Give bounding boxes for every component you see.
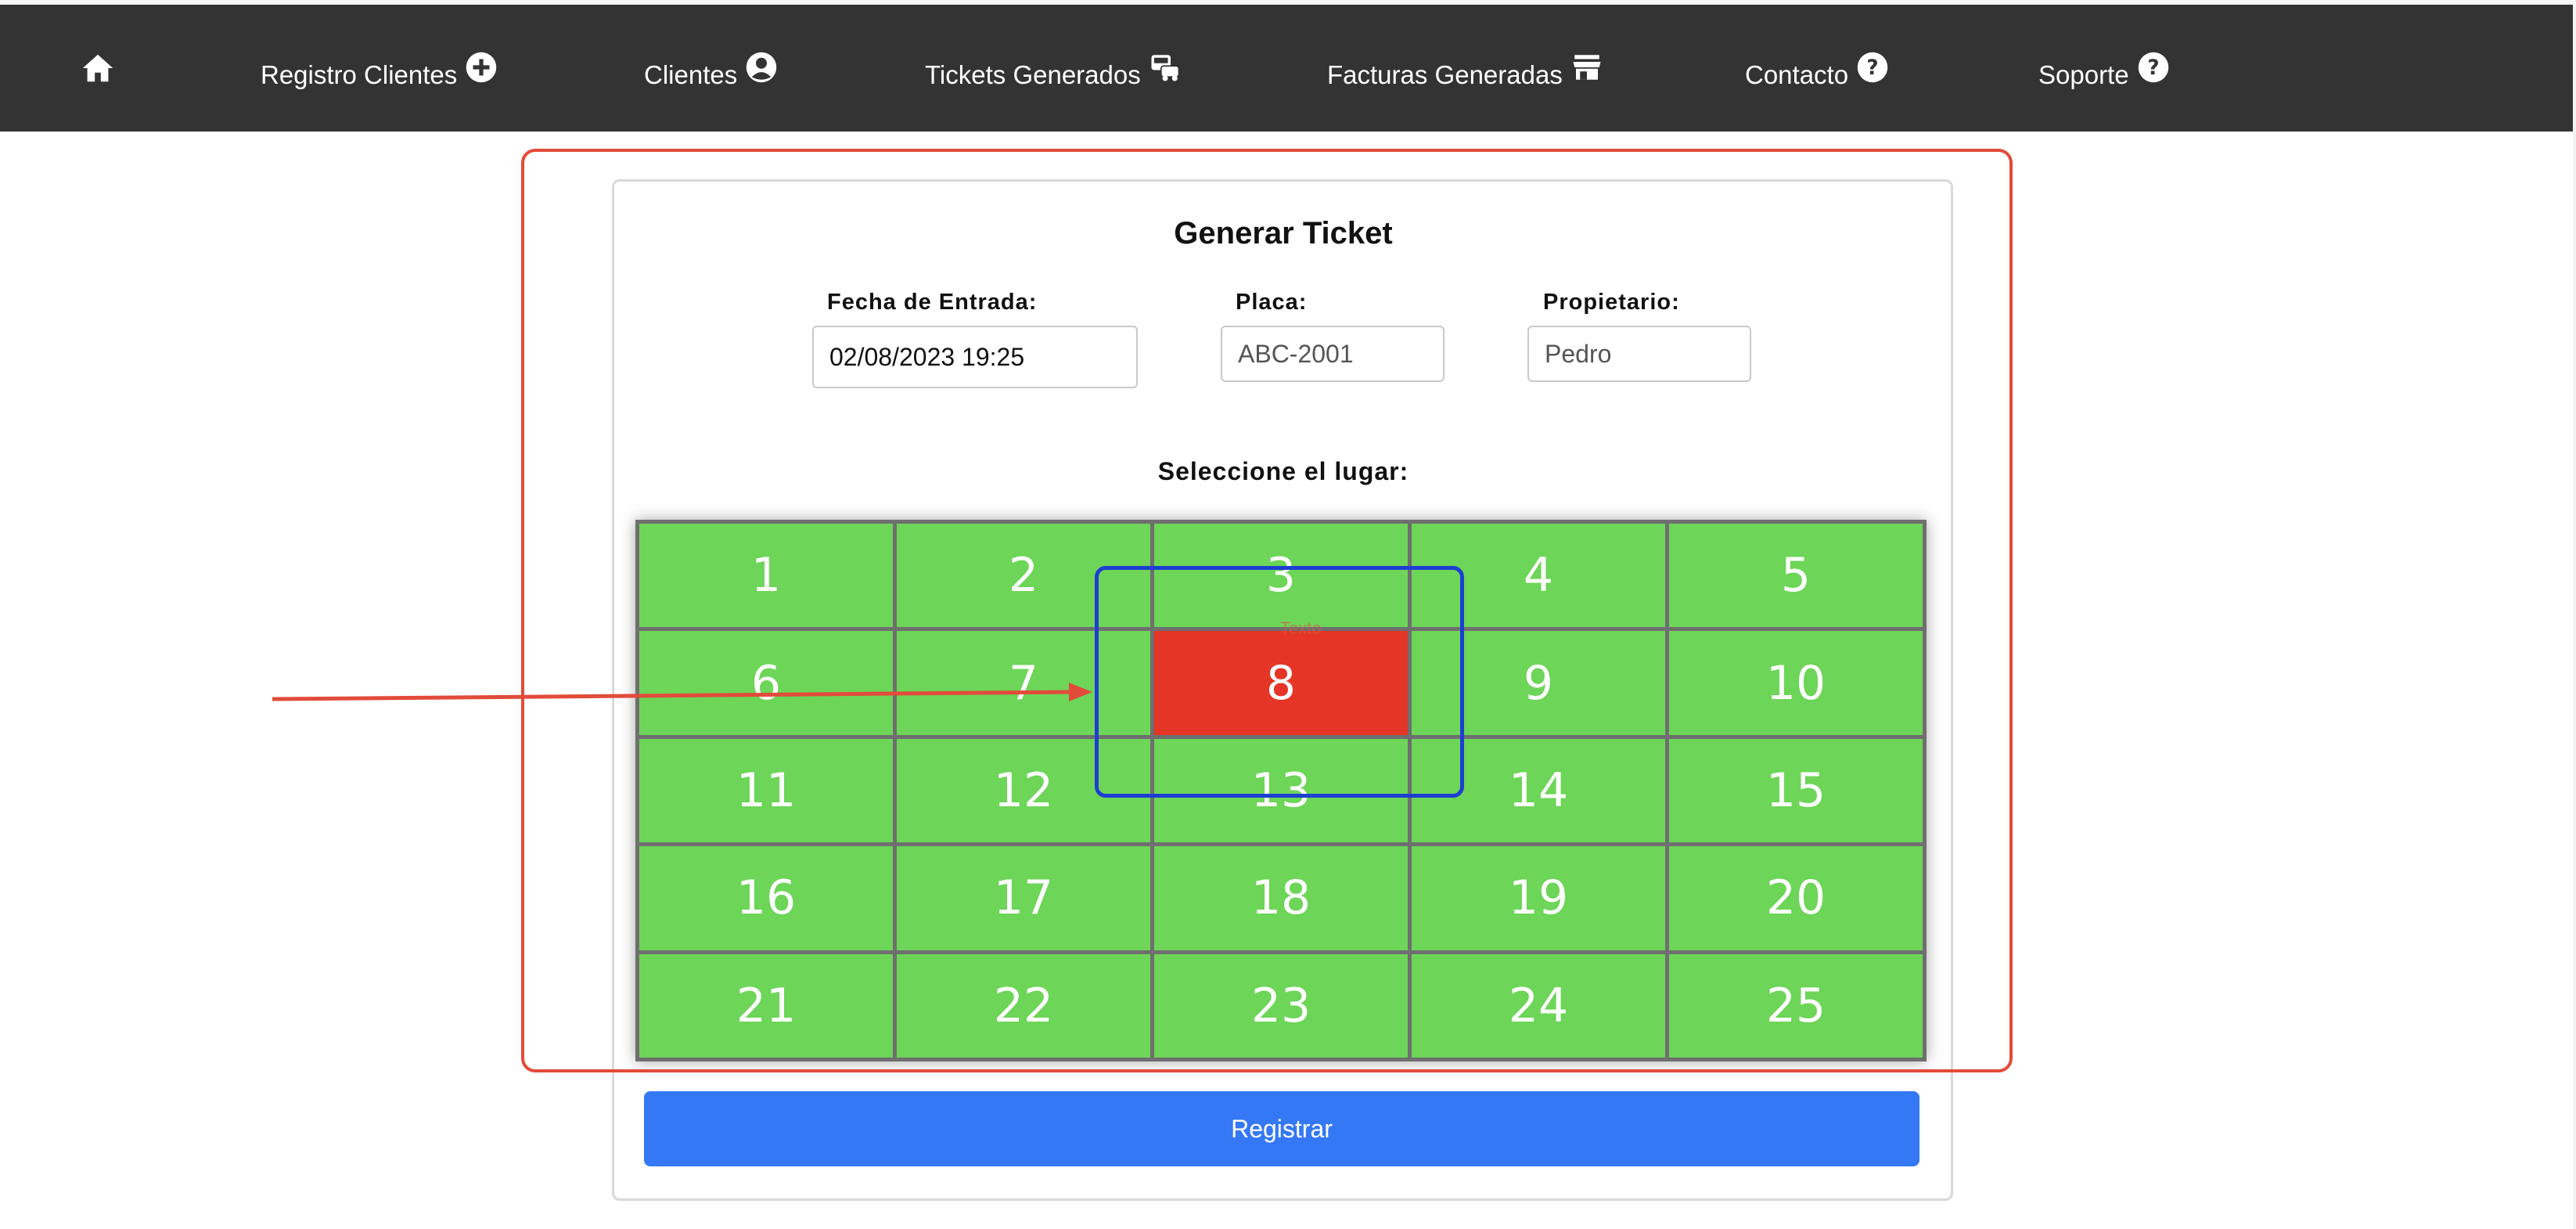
nav-label: Clientes <box>644 60 738 89</box>
nav-label: Facturas Generadas <box>1327 60 1563 89</box>
nav-contacto[interactable]: Contacto ? <box>1745 52 1889 99</box>
home-icon <box>82 54 113 82</box>
nav-registro-clientes[interactable]: Registro Clientes <box>261 52 498 99</box>
nav-tickets-generados[interactable]: Tickets Generados <box>925 52 1182 99</box>
annotation-frame <box>521 149 2013 1072</box>
registrar-button[interactable]: Registrar <box>644 1091 1919 1166</box>
top-navbar: Registro Clientes Clientes Tickets Gener… <box>0 5 2573 132</box>
car-ticket-icon <box>1151 55 1180 81</box>
store-icon <box>1573 55 1601 80</box>
question-circle-icon: ? <box>2138 52 2168 83</box>
nav-soporte[interactable]: Soporte ? <box>2038 52 2170 99</box>
nav-label: Contacto <box>1745 60 1849 89</box>
home-link[interactable] <box>80 50 116 86</box>
question-circle-icon: ? <box>1857 52 1888 83</box>
nav-clientes[interactable]: Clientes <box>644 52 778 99</box>
svg-text:?: ? <box>2147 56 2159 80</box>
nav-label: Tickets Generados <box>925 60 1141 89</box>
nav-label: Soporte <box>2038 60 2129 89</box>
nav-facturas-generadas[interactable]: Facturas Generadas <box>1327 52 1603 99</box>
svg-text:?: ? <box>1866 56 1878 80</box>
plus-circle-icon <box>466 52 497 83</box>
right-edge <box>2573 0 2576 1229</box>
user-circle-icon <box>746 52 777 83</box>
nav-label: Registro Clientes <box>261 60 458 89</box>
